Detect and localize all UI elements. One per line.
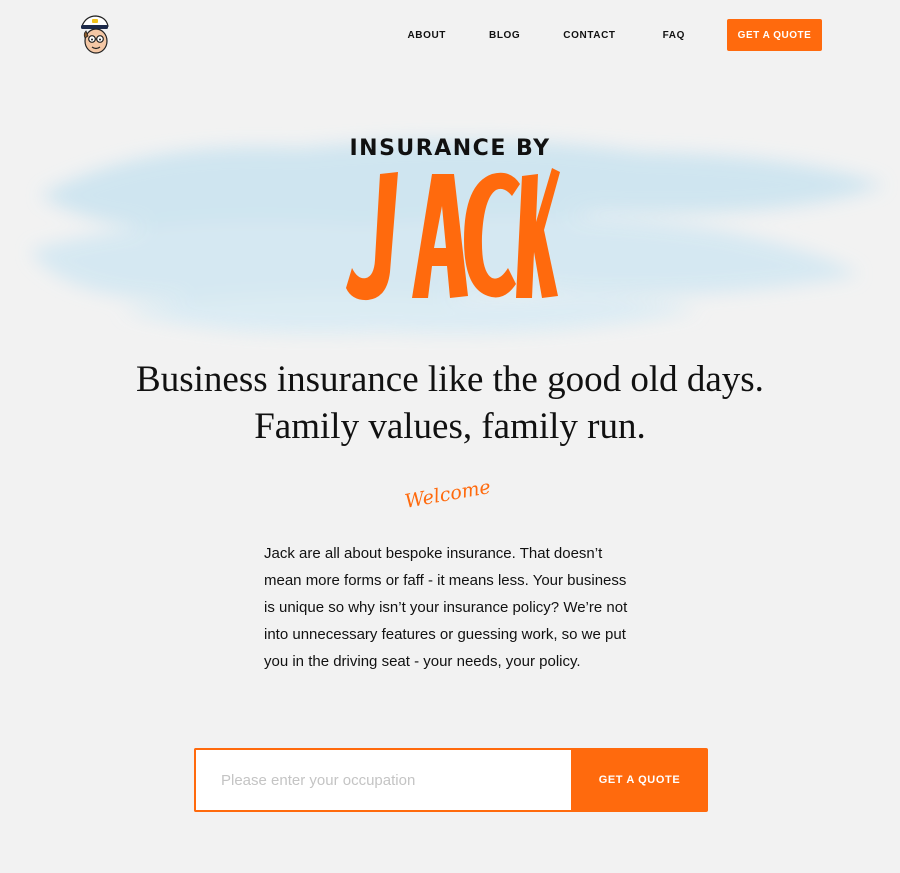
nav-about-link[interactable]: ABOUT xyxy=(407,30,446,41)
occupation-quote-form: GET A QUOTE xyxy=(194,748,708,812)
nav-blog-link[interactable]: BLOG xyxy=(489,30,520,41)
brand-tagline: INSURANCE BY xyxy=(349,136,551,161)
hero-headline: Business insurance like the good old day… xyxy=(0,356,900,450)
main-navigation: ABOUT BLOG CONTACT FAQ GET A QUOTE xyxy=(407,19,822,51)
nav-faq-link[interactable]: FAQ xyxy=(663,30,685,41)
jack-wordmark xyxy=(346,168,560,301)
captain-jack-face-icon[interactable] xyxy=(78,14,112,56)
intro-paragraph: Jack are all about bespoke insurance. Th… xyxy=(264,545,628,670)
header-get-a-quote-button[interactable]: GET A QUOTE xyxy=(727,19,822,51)
welcome-script-label: Welcome xyxy=(403,476,492,513)
form-get-a-quote-button[interactable]: GET A QUOTE xyxy=(571,748,708,812)
welcome-text: Welcome xyxy=(403,476,492,513)
occupation-input[interactable] xyxy=(194,748,571,812)
hero-headline-line-1: Business insurance like the good old day… xyxy=(136,359,764,400)
nav-contact-link[interactable]: CONTACT xyxy=(563,30,615,41)
hero-headline-line-2: Family values, family run. xyxy=(254,406,646,447)
